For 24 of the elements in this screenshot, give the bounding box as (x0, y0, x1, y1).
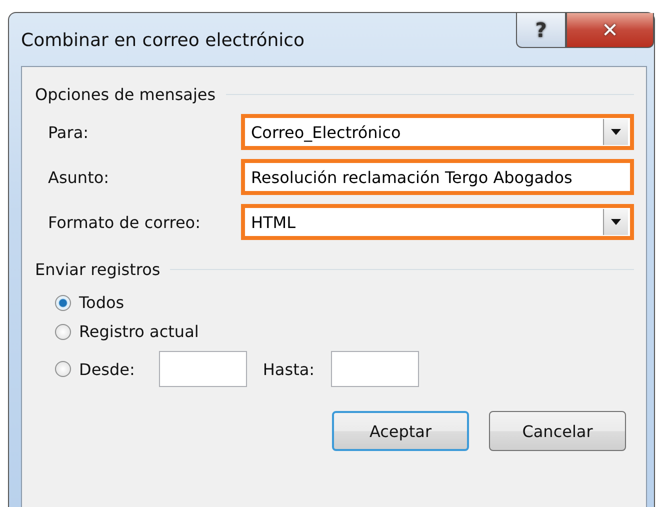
group-title: Opciones de mensajes (35, 85, 216, 104)
field-label: Para: (48, 122, 90, 142)
dropdown-field[interactable]: Correo_Electrónico (241, 114, 634, 150)
window-title: Combinar en correo electrónico (21, 30, 306, 51)
input-field[interactable] (330, 351, 419, 387)
ok-button[interactable]: Aceptar (332, 411, 469, 451)
radio-button[interactable] (55, 324, 71, 340)
group-title: Enviar registros (35, 260, 160, 279)
radio-button[interactable] (55, 294, 71, 310)
dropdown-arrow-icon (611, 219, 621, 225)
field-label: Hasta: (262, 360, 315, 378)
radio-label: Desde: (79, 360, 135, 378)
input-field[interactable] (158, 351, 247, 387)
help-button[interactable]: ? (516, 13, 566, 48)
close-button[interactable]: ✕ (566, 13, 654, 48)
dropdown-field[interactable]: HTML (241, 204, 634, 240)
radio-label: Todos (79, 293, 124, 312)
radio-button[interactable] (55, 361, 71, 377)
radio-label: Registro actual (79, 322, 199, 341)
cancel-button[interactable]: Cancelar (489, 411, 626, 451)
field-label: Formato de correo: (48, 212, 202, 232)
input-field[interactable]: Resolución reclamación Tergo Abogados (241, 159, 634, 195)
field-label: Asunto: (48, 168, 110, 186)
dropdown-arrow-icon (611, 129, 621, 135)
